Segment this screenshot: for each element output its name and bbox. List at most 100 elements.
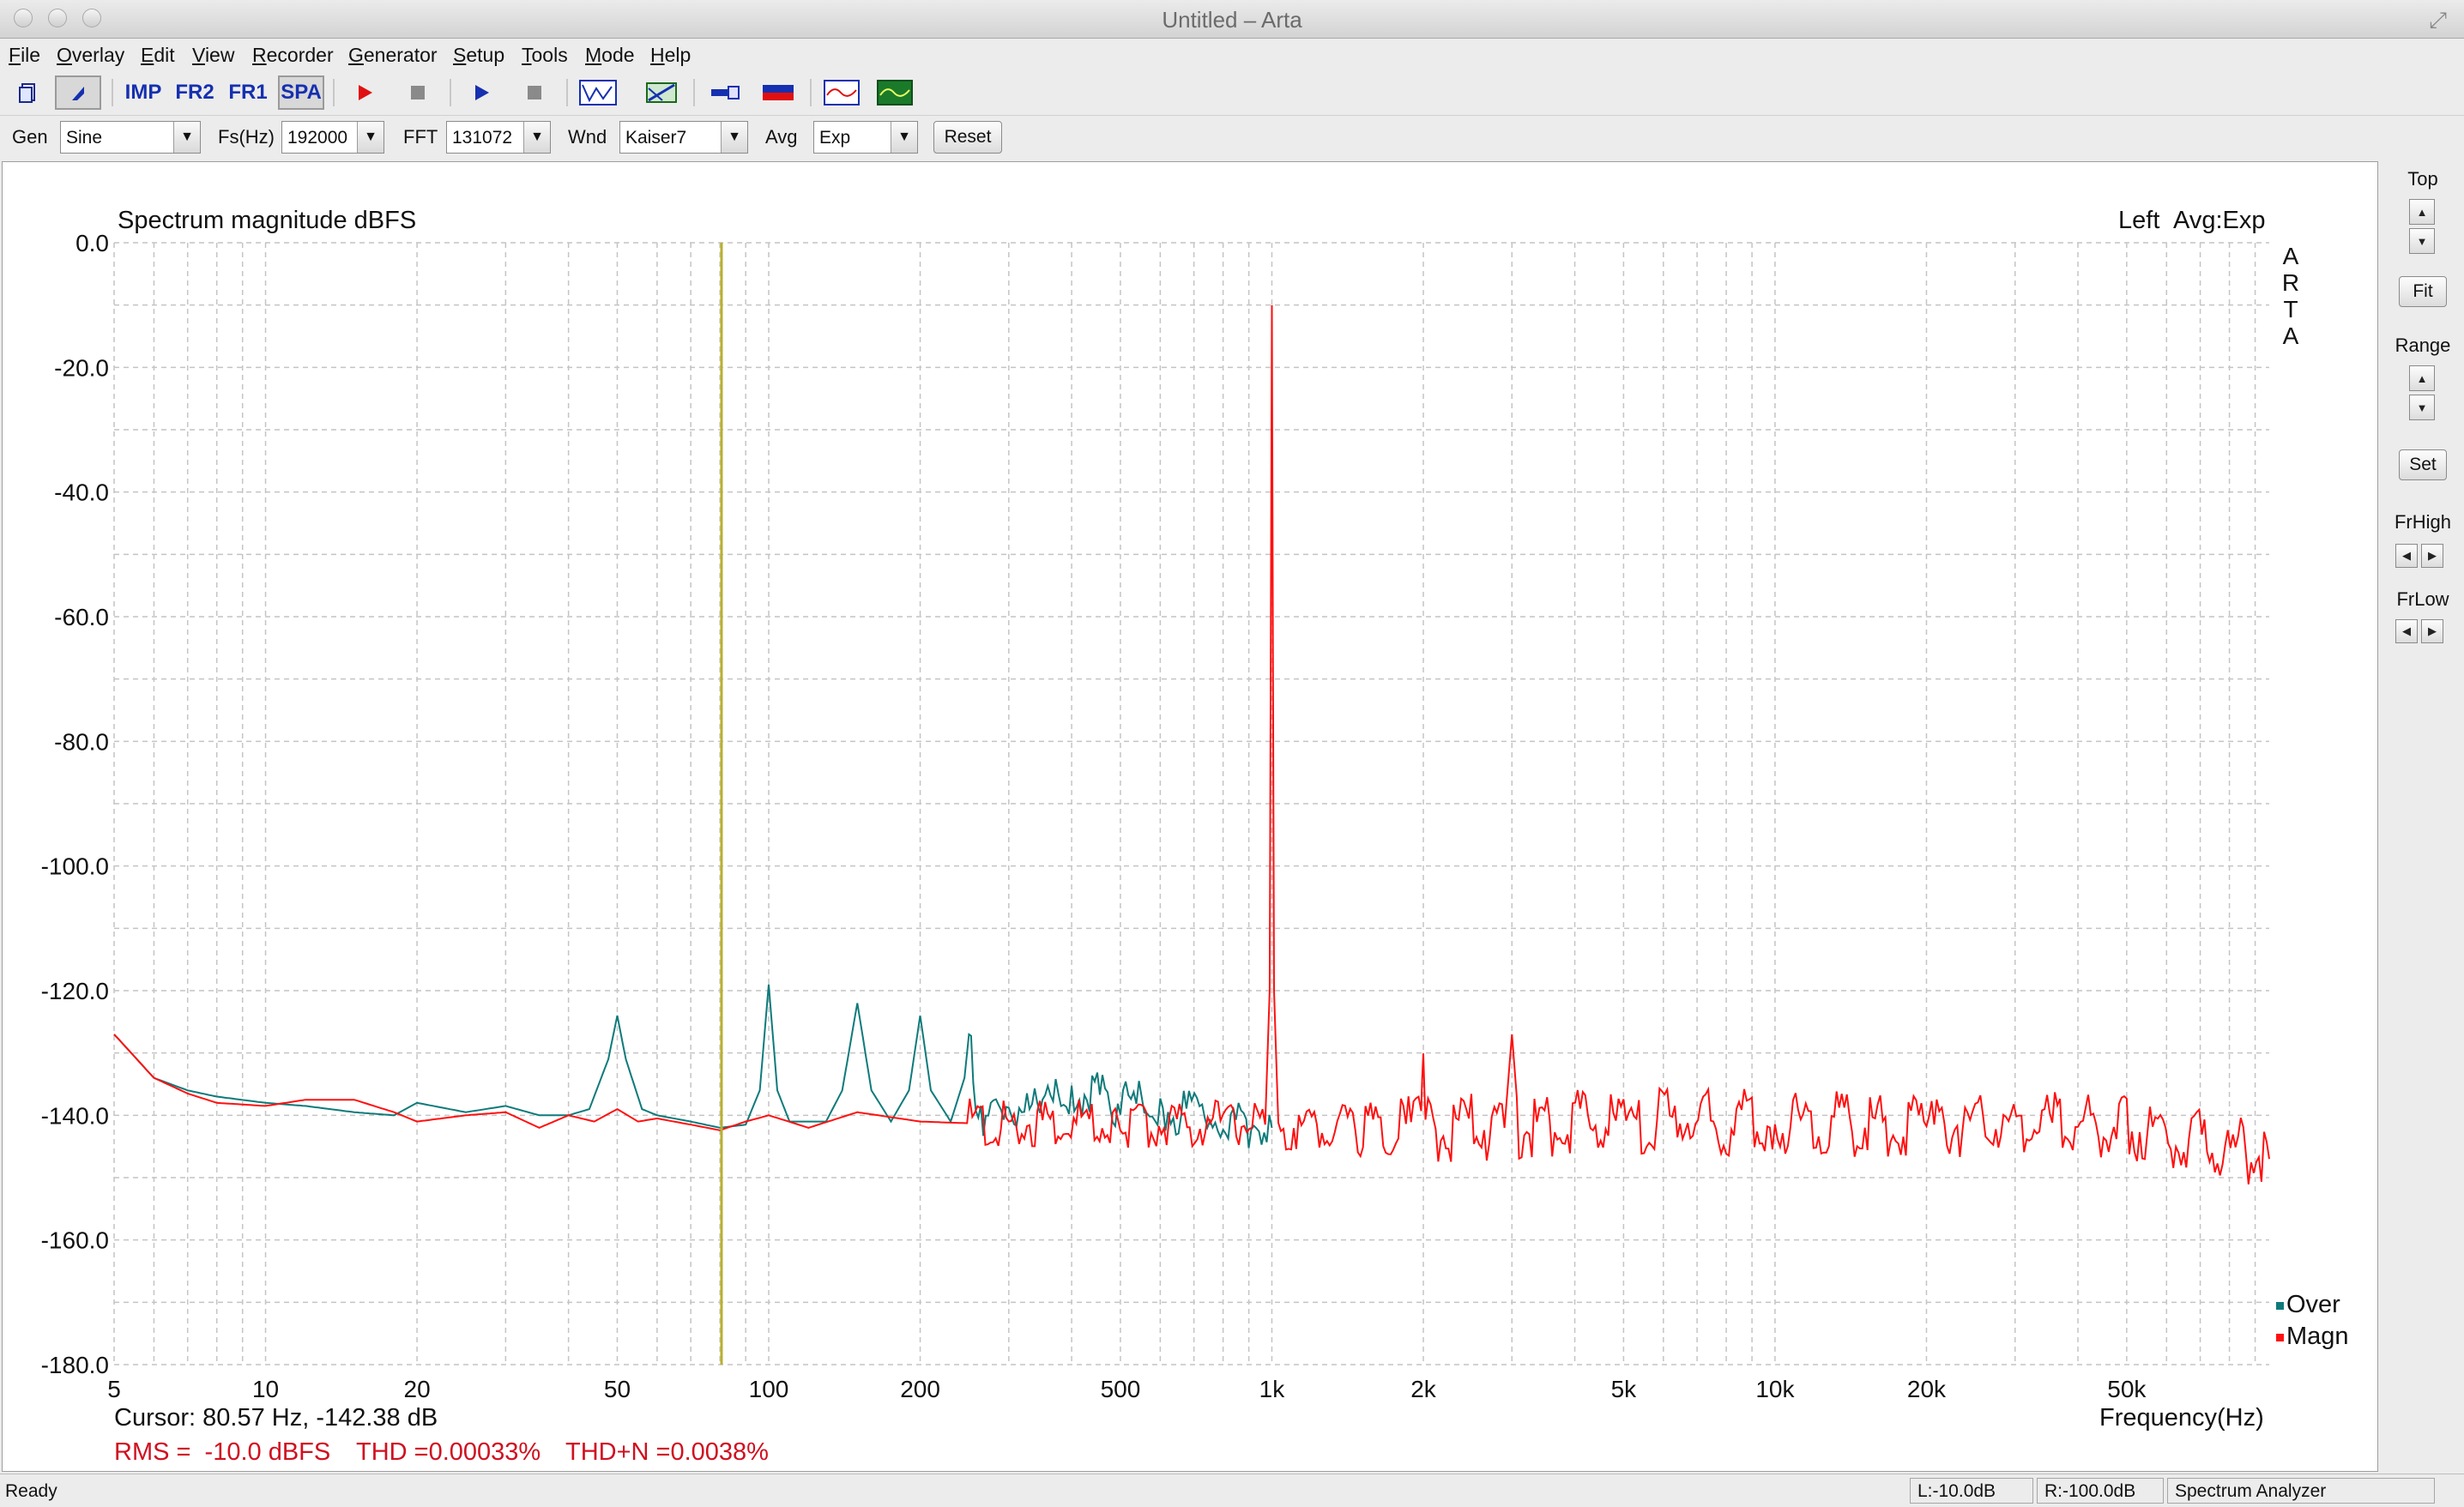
frhigh-right-button[interactable]: ▶: [2421, 544, 2443, 568]
menu-generator[interactable]: Generator: [348, 44, 438, 67]
menu-setup[interactable]: Setup: [453, 44, 504, 67]
set-button[interactable]: Set: [2399, 449, 2447, 480]
x-tick-label: 1k: [1259, 1376, 1286, 1402]
status-ready: Ready: [5, 1481, 57, 1501]
menu-tools[interactable]: Tools: [522, 44, 568, 67]
averaging-select[interactable]: Exp ▼: [813, 121, 918, 154]
record-stop-button[interactable]: [395, 75, 441, 110]
record-button[interactable]: [341, 75, 388, 110]
menu-mode[interactable]: Mode: [585, 44, 635, 67]
window-select[interactable]: Kaiser7 ▼: [619, 121, 748, 154]
legend-swatch-magn: [2276, 1333, 2284, 1341]
generator-play-button[interactable]: [458, 75, 504, 110]
window-title: Untitled – Arta: [1162, 7, 1302, 33]
meter-button[interactable]: [755, 75, 801, 110]
arrow-left-icon: ◀: [2402, 549, 2411, 562]
fit-button[interactable]: Fit: [2399, 276, 2447, 307]
abc-icon: [579, 80, 617, 105]
chevron-down-icon[interactable]: ▼: [173, 122, 200, 153]
frlow-label: FrLow: [2396, 588, 2449, 610]
stop-icon: [528, 86, 541, 99]
arrow-right-icon: ▶: [2428, 624, 2437, 637]
thd-readout: THD =0.00033%: [356, 1438, 541, 1466]
thdn-readout: THD+N =0.0038%: [565, 1438, 769, 1466]
new-file-icon: [19, 83, 35, 103]
toolbar-separator: [810, 79, 812, 106]
toolbar-separator: [333, 79, 335, 106]
chevron-down-icon[interactable]: ▼: [721, 122, 747, 153]
y-tick-label: -80.0: [54, 728, 109, 755]
x-tick-label: 5: [107, 1376, 121, 1402]
arrow-up-icon: ▲: [2416, 205, 2428, 219]
watermark-letter: T: [2283, 296, 2298, 322]
fs-label: Fs(Hz): [218, 126, 275, 148]
fft-size-value: 131072: [452, 128, 513, 148]
fft-label: FFT: [403, 126, 438, 148]
averaging-value: Exp: [819, 128, 851, 148]
arta-watermark: A R T A: [2278, 243, 2304, 349]
frlow-left-button[interactable]: ◀: [2395, 619, 2418, 643]
status-left-level: L:-10.0dB: [1910, 1478, 2033, 1504]
chart-green-icon: [646, 82, 677, 103]
channel-label: Left: [2118, 207, 2160, 234]
play-blue-icon: [475, 85, 489, 100]
range-down-button[interactable]: ▼: [2409, 395, 2435, 420]
arrow-down-icon: ▼: [2416, 234, 2428, 248]
toolbar-separator: [112, 79, 113, 106]
chevron-down-icon[interactable]: ▼: [357, 122, 383, 153]
generator-select[interactable]: Sine ▼: [60, 121, 201, 154]
pointer-icon: [72, 87, 84, 100]
menu-file[interactable]: File: [9, 44, 40, 67]
watermark-letter: A: [2282, 243, 2299, 269]
spectrum-chart[interactable]: 0.0 -20.0 -40.0 -60.0 -80.0 -100.0 -120.0 -140.…: [3, 162, 2377, 1471]
generator-stop-button[interactable]: [511, 75, 558, 110]
x-tick-label: 500: [1101, 1376, 1141, 1402]
y-tick-label: -60.0: [54, 604, 109, 630]
fr2-mode-button[interactable]: FR2: [172, 75, 218, 110]
plot-title: Spectrum magnitude dBFS: [118, 207, 417, 234]
x-tick-label: 10: [252, 1376, 279, 1402]
menu-bar: File Overlay Edit View Recorder Generato…: [0, 39, 2464, 71]
connector-button[interactable]: [702, 75, 748, 110]
spectrogram-button[interactable]: [872, 75, 918, 110]
y-tick-label: -180.0: [41, 1352, 109, 1378]
frlow-right-button[interactable]: ▶: [2421, 619, 2443, 643]
cursor-mode-button[interactable]: [55, 75, 101, 110]
x-tick-label: 10k: [1755, 1376, 1795, 1402]
spectrum-plot[interactable]: 0.0 -20.0 -40.0 -60.0 -80.0 -100.0 -120.0 -140.…: [2, 161, 2378, 1472]
abc-button[interactable]: [575, 75, 621, 110]
chevron-down-icon[interactable]: ▼: [523, 122, 550, 153]
top-up-button[interactable]: ▲: [2409, 199, 2435, 225]
x-tick-label: 50: [604, 1376, 631, 1402]
menu-view[interactable]: View: [192, 44, 234, 67]
scale-button[interactable]: [638, 75, 685, 110]
menu-help[interactable]: Help: [650, 44, 691, 67]
fullscreen-icon[interactable]: ⤢: [2429, 7, 2447, 34]
chevron-down-icon[interactable]: ▼: [891, 122, 917, 153]
imp-mode-button[interactable]: IMP: [120, 75, 166, 110]
fft-size-select[interactable]: 131072 ▼: [446, 121, 551, 154]
menu-edit[interactable]: Edit: [141, 44, 175, 67]
arrow-up-icon: ▲: [2416, 371, 2428, 385]
spa-mode-button[interactable]: SPA: [278, 75, 324, 110]
top-down-button[interactable]: ▼: [2409, 228, 2435, 254]
cursor-readout: Cursor: 80.57 Hz, -142.38 dB: [114, 1404, 438, 1432]
fr1-mode-button[interactable]: FR1: [225, 75, 271, 110]
generator-select-value: Sine: [66, 128, 103, 148]
reset-button[interactable]: Reset: [933, 121, 1002, 154]
new-file-button[interactable]: [5, 75, 51, 110]
menu-overlay[interactable]: Overlay: [57, 44, 124, 67]
play-red-icon: [359, 85, 372, 100]
oscilloscope-button[interactable]: [818, 75, 865, 110]
scope-icon: [824, 80, 860, 105]
range-up-button[interactable]: ▲: [2409, 365, 2435, 391]
frhigh-left-button[interactable]: ◀: [2395, 544, 2418, 568]
y-tick-label: -160.0: [41, 1227, 109, 1254]
wnd-label: Wnd: [568, 126, 607, 148]
frhigh-label: FrHigh: [2394, 511, 2451, 533]
series-line-over: [113, 984, 1273, 1148]
sample-rate-select[interactable]: 192000 ▼: [281, 121, 384, 154]
menu-recorder[interactable]: Recorder: [252, 44, 334, 67]
legend-label-magn: Magn: [2286, 1323, 2349, 1350]
legend-item-over: Over: [2276, 1289, 2349, 1321]
